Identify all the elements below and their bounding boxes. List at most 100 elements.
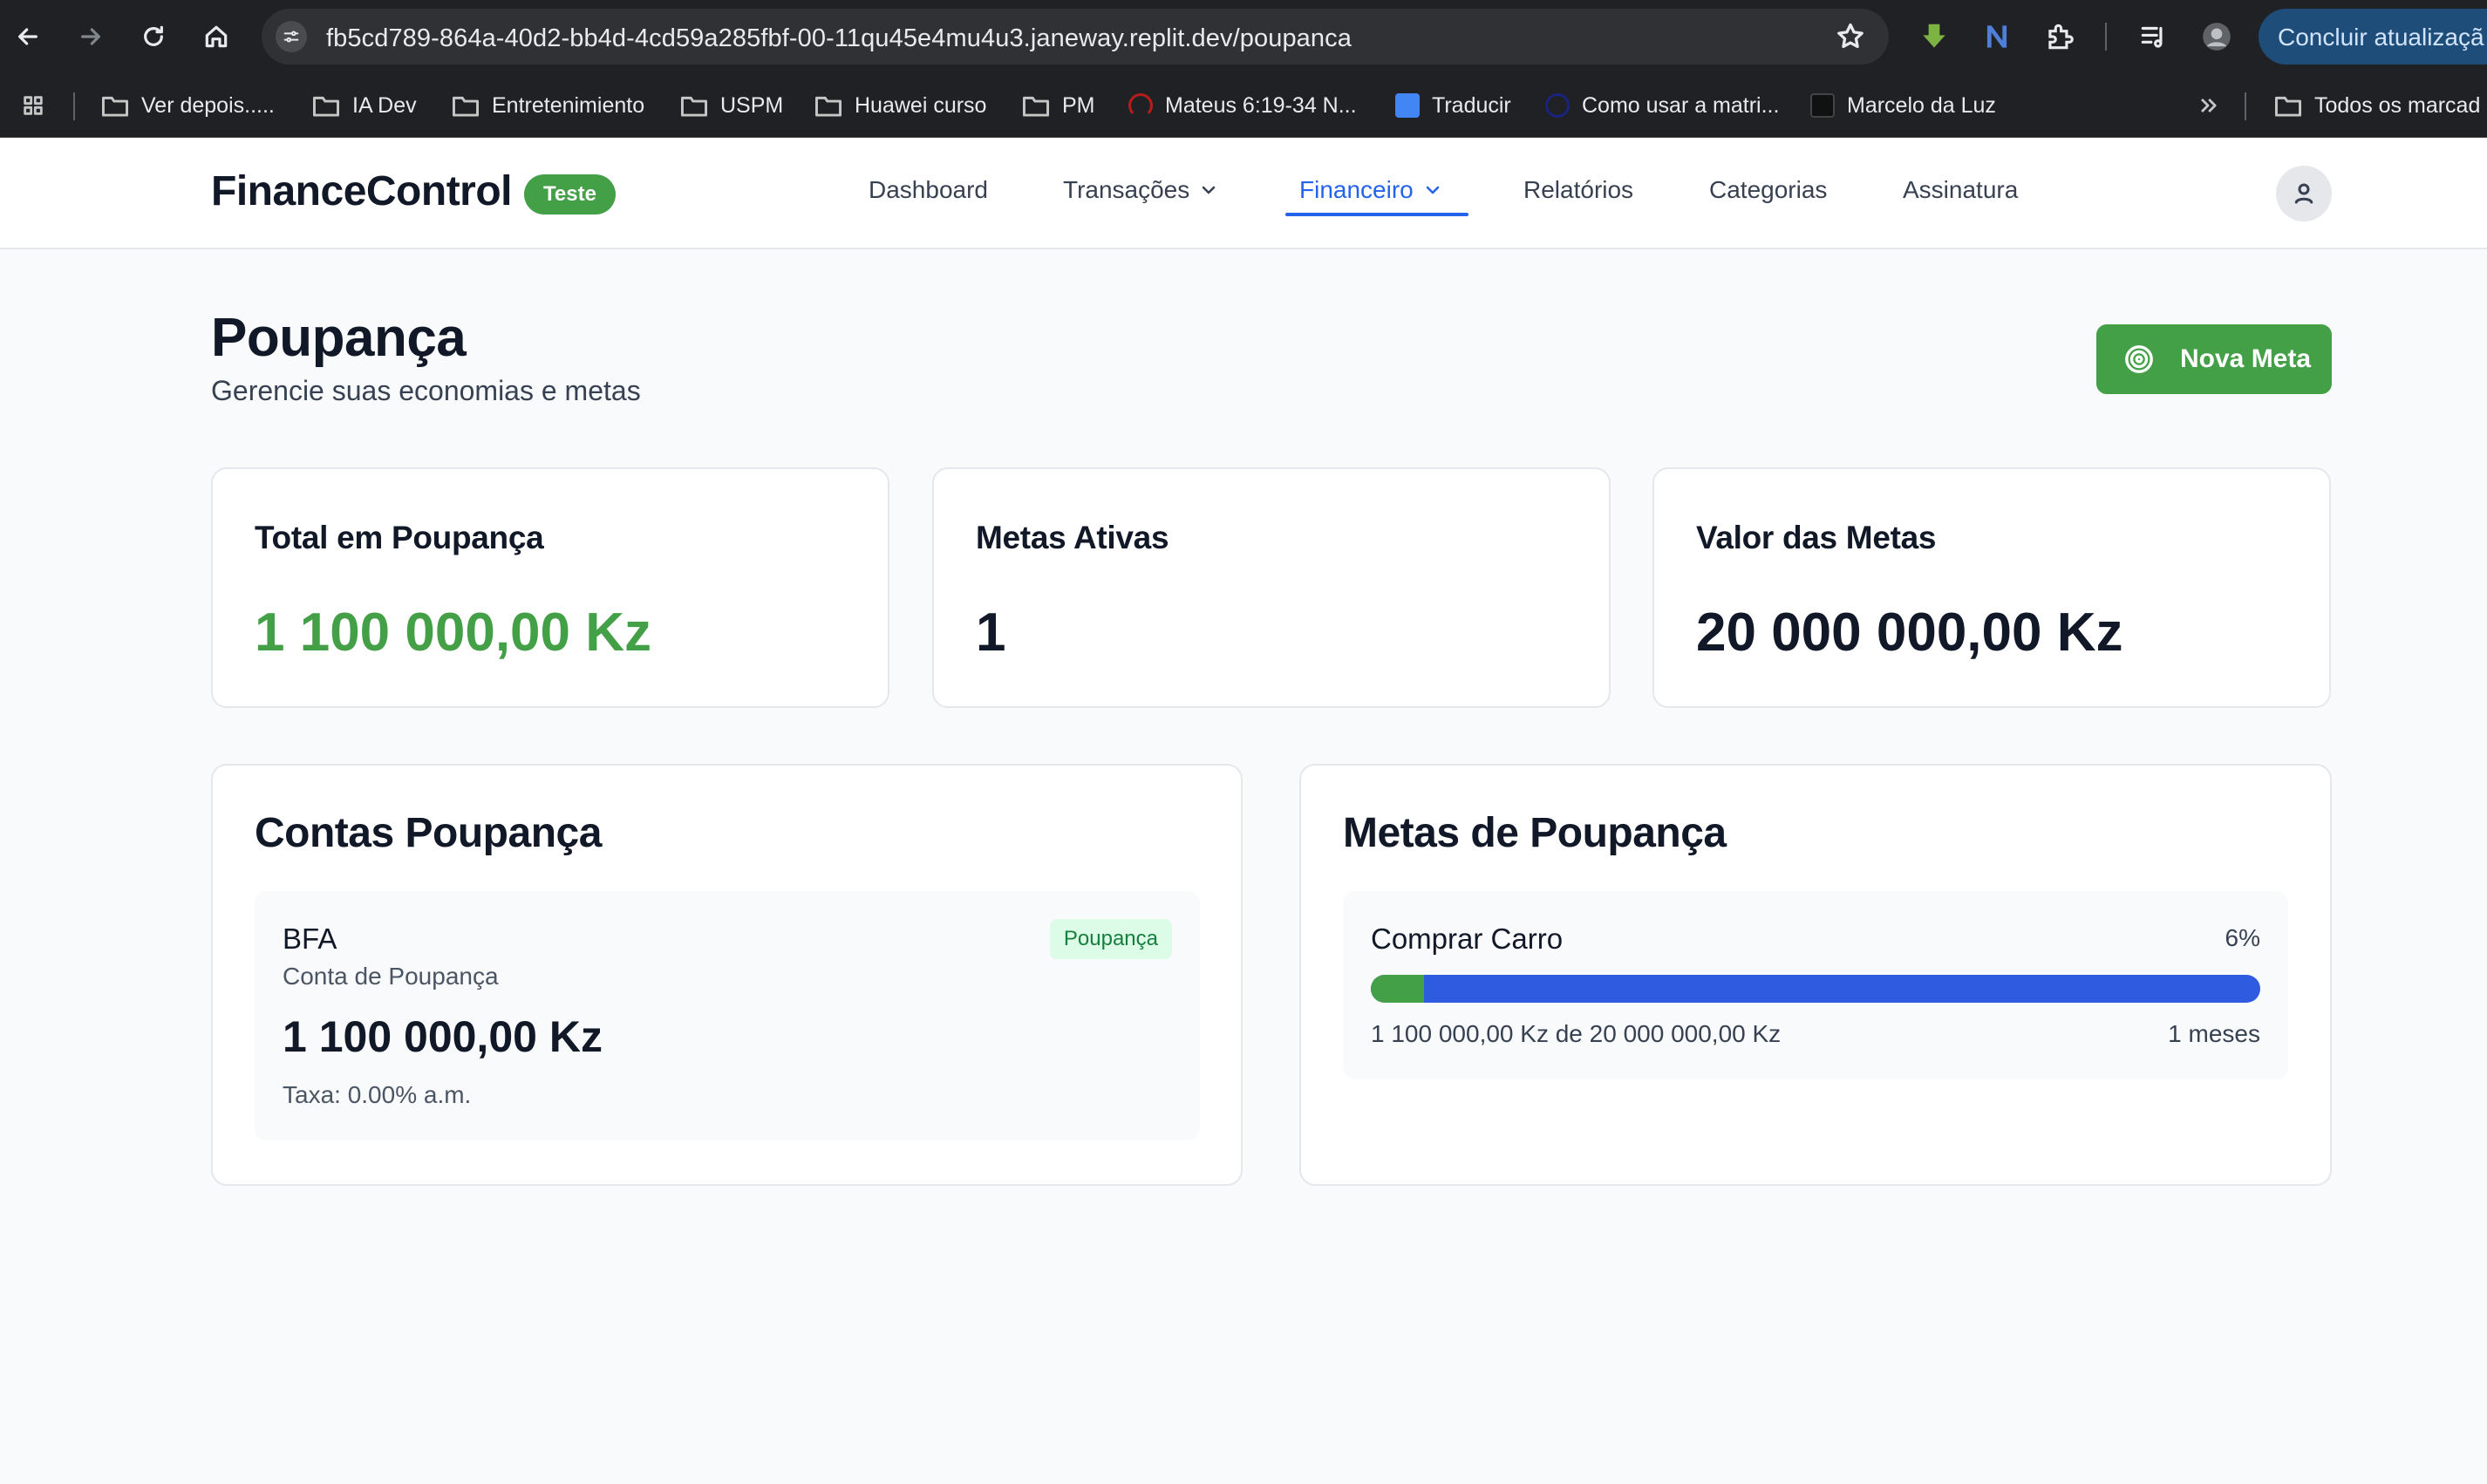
more-bookmarks-button[interactable] (2194, 91, 2222, 120)
stat-card-goals-value: Valor das Metas 20 000 000,00 Kz (1652, 467, 2331, 708)
savings-goals-card: Metas de Poupança Comprar Carro 6% 1 100… (1299, 764, 2332, 1186)
stat-card-total: Total em Poupança 1 100 000,00 Kz (211, 467, 889, 708)
target-icon (2125, 345, 2153, 373)
goal-progress-bar (1371, 975, 2260, 1003)
bookmark-folder[interactable]: PM (1022, 91, 1095, 120)
stat-value: 1 (976, 602, 1006, 663)
bookmark-link[interactable]: Como usar a matri... (1545, 91, 1779, 120)
page-title: Poupança (211, 308, 467, 368)
bookmark-label: Marcelo da Luz (1847, 92, 1996, 118)
stat-value: 20 000 000,00 Kz (1696, 602, 2123, 663)
section-title: Contas Poupança (255, 810, 602, 856)
home-icon (205, 25, 228, 48)
stat-card-active-goals: Metas Ativas 1 (932, 467, 1611, 708)
user-icon (2294, 183, 2313, 204)
bookmark-folder[interactable]: IA Dev (312, 91, 417, 120)
account-name: BFA (283, 922, 337, 955)
browser-toolbar: fb5cd789-864a-40d2-bb4d-4cd59a285fbf-00-… (0, 0, 2487, 73)
nav-financial[interactable]: Financeiro (1299, 176, 1443, 204)
nav-transactions[interactable]: Transações (1063, 176, 1219, 204)
goal-progress-fill (1371, 975, 1425, 1003)
account-balance: 1 100 000,00 Kz (283, 1012, 603, 1061)
stat-label: Valor das Metas (1696, 520, 1937, 555)
nav-label: Relatórios (1523, 176, 1634, 203)
bookmark-label: Mateus 6:19-34 N... (1165, 92, 1357, 118)
folder-icon (680, 96, 708, 117)
site-settings-icon[interactable] (276, 21, 307, 52)
account-type-badge: Poupança (1049, 919, 1172, 959)
forward-button[interactable] (73, 19, 108, 54)
update-button[interactable]: Concluir atualizaçã (2259, 9, 2487, 65)
download-extension-icon[interactable] (1915, 17, 1953, 56)
url-text[interactable]: fb5cd789-864a-40d2-bb4d-4cd59a285fbf-00-… (326, 24, 1352, 53)
nav-dashboard[interactable]: Dashboard (869, 176, 988, 204)
savings-accounts-card: Contas Poupança BFA Conta de Poupança Po… (211, 764, 1243, 1186)
site-favicon-icon (1128, 93, 1153, 118)
address-bar[interactable]: fb5cd789-864a-40d2-bb4d-4cd59a285fbf-00-… (262, 9, 1889, 65)
new-goal-label: Nova Meta (2180, 344, 2312, 373)
reload-icon (144, 25, 163, 46)
chevron-down-icon (1426, 186, 1440, 194)
home-button[interactable] (199, 19, 234, 54)
bookmark-folder[interactable]: Huawei curso (814, 91, 986, 120)
profile-avatar-icon[interactable] (2197, 17, 2236, 56)
stat-value: 1 100 000,00 Kz (255, 602, 652, 663)
goal-name: Comprar Carro (1371, 922, 1564, 955)
brand-logo[interactable]: FinanceControl (211, 167, 513, 215)
nav-categories[interactable]: Categorias (1709, 176, 1827, 204)
bookmark-link[interactable]: Marcelo da Luz (1810, 91, 1996, 120)
user-menu-button[interactable] (2276, 166, 2332, 221)
nav-label: Dashboard (869, 176, 988, 203)
chevron-double-right-icon (2201, 99, 2217, 112)
bookmark-link[interactable]: Mateus 6:19-34 N... (1128, 91, 1357, 120)
nav-label: Assinatura (1903, 176, 2019, 203)
bookmarks-divider (73, 92, 75, 120)
bookmark-label: PM (1062, 92, 1095, 118)
bookmark-link[interactable]: Traducir (1395, 91, 1511, 120)
chevron-down-icon (1202, 186, 1216, 194)
folder-icon (1022, 96, 1050, 117)
folder-icon (814, 96, 842, 117)
bookmark-folder[interactable]: Entretenimiento (452, 91, 644, 120)
bookmark-label: Todos os marcad (2314, 92, 2481, 118)
bookmark-label: Como usar a matri... (1582, 92, 1780, 118)
n-extension-icon[interactable] (1978, 17, 2016, 56)
bookmark-label: Huawei curso (855, 92, 987, 118)
nav-subscription[interactable]: Assinatura (1903, 176, 2018, 204)
nav-label: Financeiro (1299, 176, 1414, 203)
goal-percent: 6% (2225, 924, 2260, 951)
environment-badge: Teste (524, 174, 616, 214)
back-button[interactable] (10, 19, 45, 54)
toolbar-divider (2105, 23, 2107, 51)
folder-icon (452, 96, 480, 117)
folder-icon (2274, 96, 2302, 117)
nav-label: Transações (1063, 176, 1190, 203)
bookmark-label: Traducir (1432, 92, 1511, 118)
savings-account-item[interactable]: BFA Conta de Poupança Poupança 1 100 000… (255, 891, 1200, 1140)
stat-label: Total em Poupança (255, 520, 544, 555)
media-control-icon[interactable] (2135, 17, 2173, 56)
stat-label: Metas Ativas (976, 520, 1169, 555)
folder-icon (312, 96, 340, 117)
bookmarks-divider (2245, 92, 2246, 120)
arrow-right-icon (81, 28, 100, 45)
savings-goal-item[interactable]: Comprar Carro 6% 1 100 000,00 Kz de 20 0… (1343, 891, 2288, 1079)
bookmark-label: Entretenimiento (492, 92, 645, 118)
apps-icon[interactable] (19, 91, 47, 120)
arrow-left-icon (18, 28, 37, 45)
app-header: FinanceControl Teste Dashboard Transaçõe… (0, 138, 2487, 249)
site-favicon-icon (1810, 93, 1835, 118)
extensions-puzzle-icon[interactable] (2041, 17, 2079, 56)
nav-reports[interactable]: Relatórios (1523, 176, 1633, 204)
site-favicon-icon (1545, 93, 1570, 118)
bookmark-label: USPM (720, 92, 784, 118)
bookmark-folder[interactable]: USPM (680, 91, 783, 120)
reload-button[interactable] (136, 19, 171, 54)
bookmark-star-icon[interactable] (1835, 21, 1866, 52)
active-nav-indicator (1285, 213, 1468, 216)
account-rate: Taxa: 0.00% a.m. (283, 1081, 472, 1108)
new-goal-button[interactable]: Nova Meta (2096, 324, 2332, 394)
bookmark-folder[interactable]: Ver depois..... (101, 91, 275, 120)
nav-label: Categorias (1709, 176, 1828, 203)
all-bookmarks-folder[interactable]: Todos os marcad (2274, 91, 2480, 120)
